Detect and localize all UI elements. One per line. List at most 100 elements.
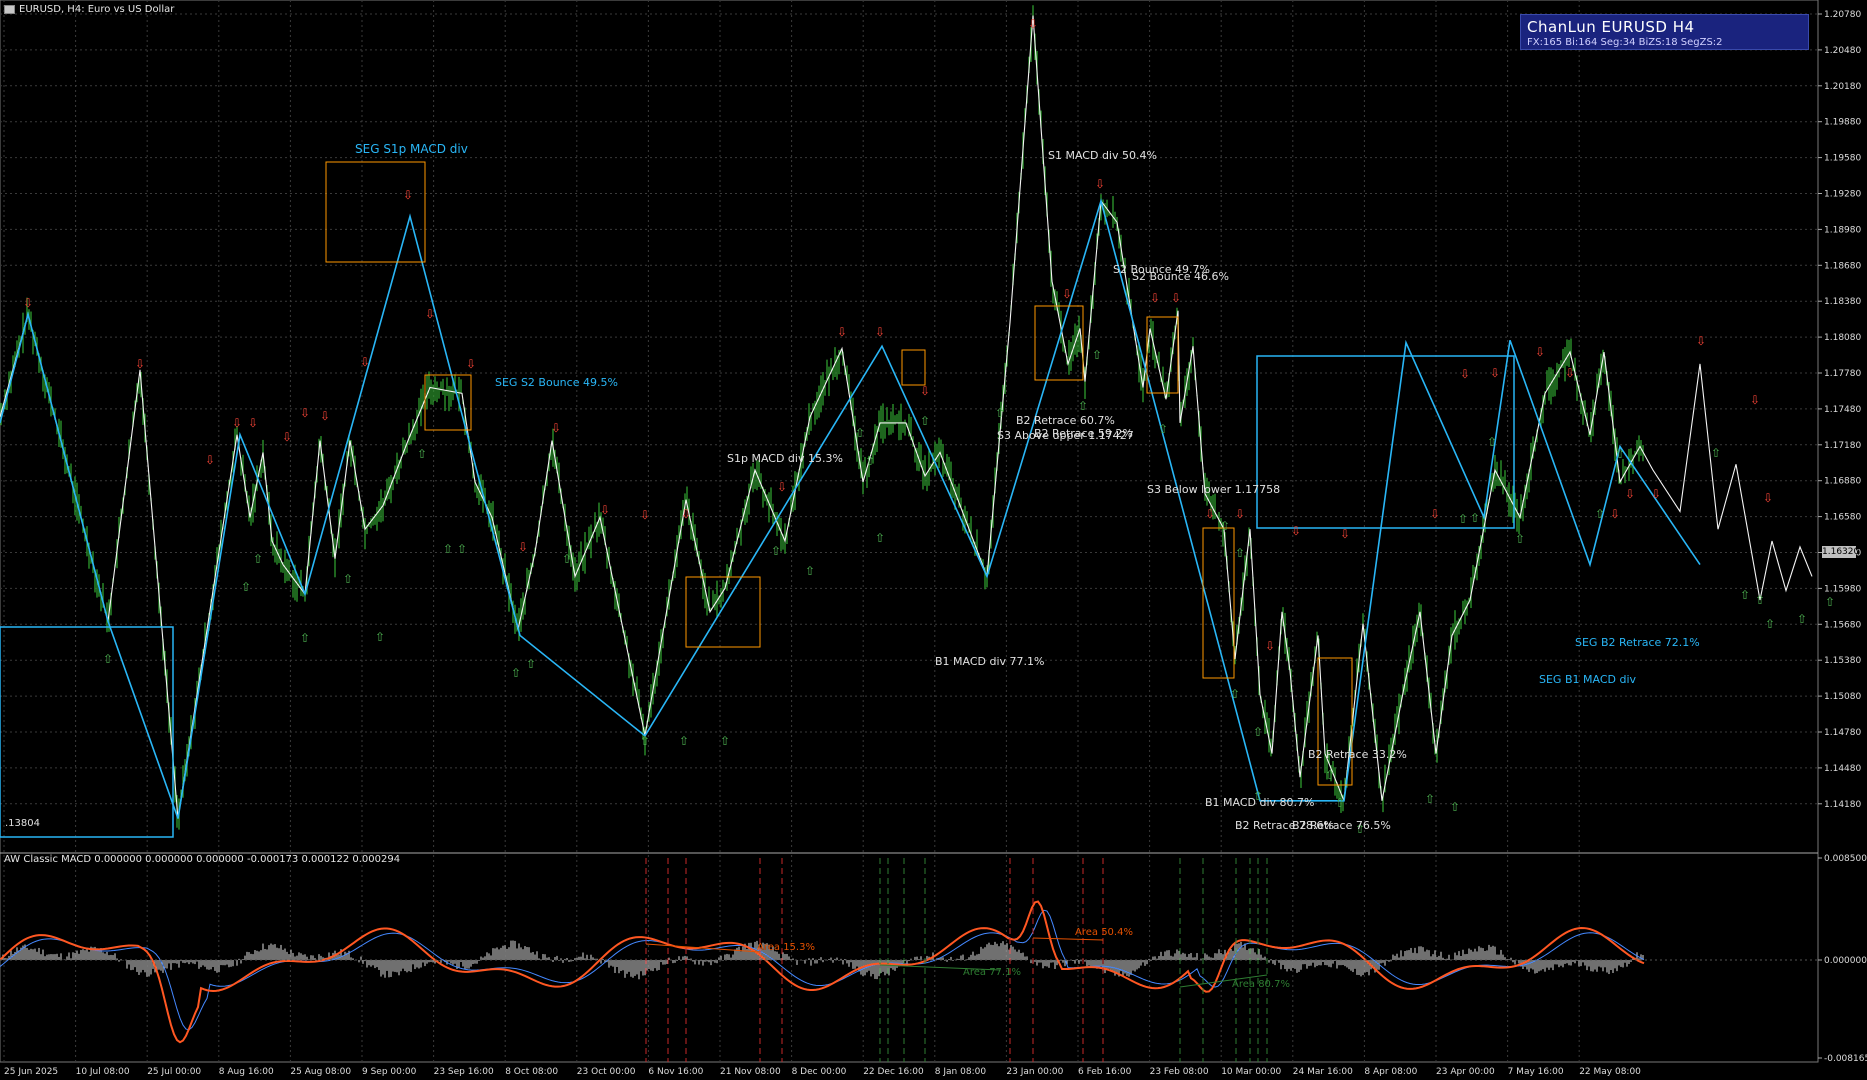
fractal-down-arrow: ⇩ [1340,527,1350,541]
area-connector [1032,937,1104,941]
fractal-down-arrow: ⇩ [1535,345,1545,359]
fractal-up-arrow: ⇧ [1078,399,1088,413]
chart-annotation: S1p MACD div 15.3% [727,452,843,465]
fractal-up-arrow: ⇧ [875,531,885,545]
time-axis-label: 7 May 16:00 [1508,1067,1564,1077]
chart-annotation: S2 Bounce 46.6% [1132,270,1229,283]
fractal-up-arrow: ⇧ [1797,612,1807,626]
price-axis-label: 1.17180 [1824,441,1861,451]
window-title: EURUSD, H4: Euro vs US Dollar [4,4,174,15]
chart-frame [0,0,1819,1063]
fractal-up-arrow: ⇧ [920,414,930,428]
fractal-up-arrow: ⇧ [241,580,251,594]
macd-axis-label: 0.008500 [1824,854,1867,864]
fractal-up-arrow: ⇧ [1220,519,1230,533]
macd-area-label: Area 15.3% [757,942,815,953]
fractal-down-arrow: ⇩ [23,296,33,310]
time-axis-label: 9 Sep 00:00 [362,1067,417,1077]
time-axis-label: 6 Feb 16:00 [1078,1067,1132,1077]
time-axis-label: 6 Nov 16:00 [648,1067,703,1077]
fractal-down-arrow: ⇩ [425,307,435,321]
fractal-down-arrow: ⇩ [205,453,215,467]
fractal-up-arrow: ⇧ [1755,593,1765,607]
fractal-up-arrow: ⇧ [1765,617,1775,631]
fractal-down-arrow: ⇩ [920,384,930,398]
fractal-up-arrow: ⇧ [1825,595,1835,609]
time-axis-label: 21 Nov 08:00 [720,1067,781,1077]
price-axis-label: 1.17780 [1824,369,1861,379]
macd-main-line [0,900,1645,1044]
chart-annotation: SEG S1p MACD div [355,142,468,156]
segzs-box [1256,355,1515,529]
fractal-down-arrow: ⇩ [1150,291,1160,305]
price-axis-label: 1.15980 [1824,584,1861,594]
fractal-down-arrow: ⇩ [837,325,847,339]
fractal-down-arrow: ⇩ [1291,524,1301,538]
fractal-up-arrow: ⇧ [771,544,781,558]
info-panel-stats: FX:165 Bi:164 Seg:34 BiZS:18 SegZS:2 [1527,37,1723,48]
time-axis-label: 8 Apr 08:00 [1364,1067,1417,1077]
chart-annotation: B1 MACD div 77.1% [935,655,1045,668]
price-axis-label: 1.20180 [1824,82,1861,92]
time-axis-label: 22 May 08:00 [1579,1067,1641,1077]
fractal-up-arrow: ⇧ [1515,532,1525,546]
macd-axis-label: 0.000000 [1824,956,1867,966]
fractal-up-arrow: ⇧ [343,572,353,586]
fractal-down-arrow: ⇩ [1171,291,1181,305]
fractal-down-arrow: ⇩ [1763,491,1773,505]
macd-area-label: Area 50.4% [1075,927,1133,938]
fractal-down-arrow: ⇩ [360,355,370,369]
price-axis-label: 1.17480 [1824,405,1861,415]
chart-annotation: B2 Retrace 59.2% [1034,427,1133,440]
time-axis-label: 10 Mar 00:00 [1221,1067,1281,1077]
fractal-down-arrow: ⇩ [1028,17,1038,31]
time-axis-label: 10 Jul 08:00 [76,1067,130,1077]
fractal-up-arrow: ⇧ [253,552,263,566]
price-axis-label: 1.18680 [1824,261,1861,271]
fractal-up-arrow: ⇧ [443,542,453,556]
fractal-down-arrow: ⇩ [1625,487,1635,501]
bi-line [0,15,1813,819]
fractal-up-arrow: ⇧ [1470,511,1480,525]
window-title-text: EURUSD, H4: Euro vs US Dollar [19,4,175,15]
time-axis-label: 25 Jun 2025 [4,1067,58,1077]
price-axis-label: 1.15680 [1824,620,1861,630]
fractal-up-arrow: ⇧ [562,552,572,566]
fractal-down-arrow: ⇩ [1062,287,1072,301]
price-axis-label: 1.15380 [1824,656,1861,666]
time-axis-label: 23 Apr 00:00 [1436,1067,1495,1077]
macd-axis-label: -0.008165 [1824,1054,1867,1064]
fractal-up-arrow: ⇧ [1487,435,1497,449]
price-axis-label: 1.14180 [1824,800,1861,810]
fractal-up-arrow: ⇧ [1230,687,1240,701]
price-axis-label: 1.20780 [1824,10,1861,20]
chart-annotation: SEG S2 Bounce 49.5% [495,376,618,389]
fractal-up-arrow: ⇧ [375,630,385,644]
fractal-down-arrow: ⇩ [1205,507,1215,521]
macd-signal-line [0,909,1645,1031]
price-axis-label: 1.18380 [1824,297,1861,307]
time-axis-label: 8 Oct 08:00 [505,1067,558,1077]
fractal-down-arrow: ⇩ [1750,393,1760,407]
macd-area-label: Area 77.1% [963,967,1021,978]
fractal-down-arrow: ⇩ [135,357,145,371]
price-axis-label: 1.19580 [1824,154,1861,164]
fractal-up-arrow: ⇧ [1740,588,1750,602]
fractal-up-arrow: ⇧ [1235,546,1245,560]
info-panel-title: ChanLun EURUSD H4 [1527,18,1695,36]
chart-annotation: SEG B2 Retrace 72.1% [1575,636,1700,649]
fractal-down-arrow: ⇩ [232,416,242,430]
fractal-up-arrow: ⇧ [300,631,310,645]
fractal-down-arrow: ⇩ [466,357,476,371]
fractal-down-arrow: ⇩ [1430,507,1440,521]
fractal-down-arrow: ⇩ [1265,639,1275,653]
fractal-up-arrow: ⇧ [1450,800,1460,814]
time-axis-label: 23 Feb 08:00 [1150,1067,1209,1077]
fractal-down-arrow: ⇩ [1610,507,1620,521]
chart-canvas[interactable]: 25 Jun 2025 10 Jul 08:00 25 Jul 00:00 8 Aug… [0,0,1867,1080]
time-axis-label: 8 Aug 16:00 [219,1067,274,1077]
fractal-up-arrow: ⇧ [1253,725,1263,739]
price-axis-label: 1.14480 [1824,764,1861,774]
time-axis-label: 23 Sep 16:00 [434,1067,494,1077]
fractal-up-arrow: ⇧ [1325,768,1335,782]
